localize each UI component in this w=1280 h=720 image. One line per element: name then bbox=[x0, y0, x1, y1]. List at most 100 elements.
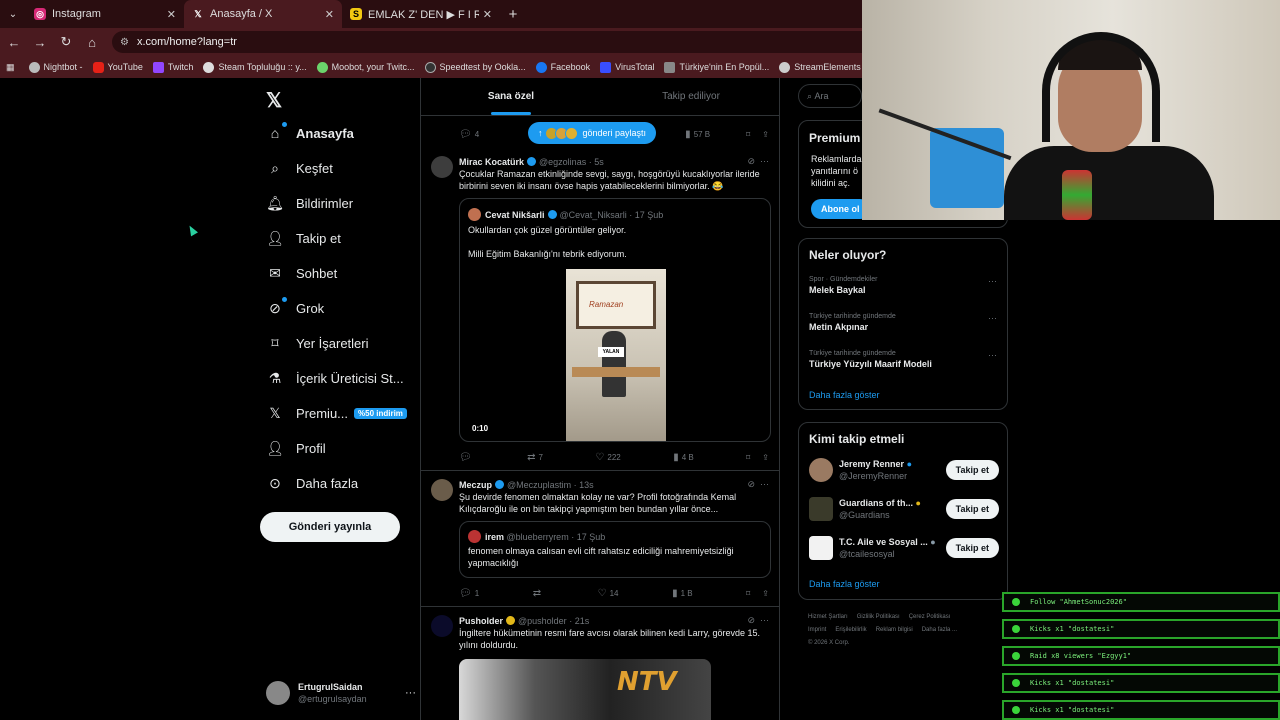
follow-button[interactable]: Takip et bbox=[945, 499, 999, 519]
bookmark-virustotal[interactable]: VirusTotal bbox=[600, 61, 654, 73]
bookmark-icon[interactable]: ⌑ bbox=[746, 130, 750, 139]
nav-chat[interactable]: ✉ Sohbet bbox=[266, 261, 337, 285]
bookmark-streamelements[interactable]: StreamElements bbox=[779, 61, 861, 73]
tweet[interactable]: Pusholder @pusholder · 21s ⊘ ··· İngilte… bbox=[421, 607, 779, 720]
author-handle[interactable]: @pusholder bbox=[518, 616, 567, 626]
show-more-link[interactable]: Daha fazla göster bbox=[809, 390, 880, 400]
bookmark-steam[interactable]: Steam Topluluğu :: y... bbox=[203, 61, 307, 73]
share-icon[interactable]: ⇪ bbox=[762, 130, 769, 139]
search-input[interactable]: ⌕ Ara bbox=[798, 84, 862, 108]
author-handle[interactable]: @egzolinas bbox=[539, 157, 586, 167]
tab-following[interactable]: Takip ediliyor bbox=[601, 78, 779, 115]
author-handle[interactable]: @Meczuplastim bbox=[507, 480, 571, 490]
close-tab-icon[interactable]: ✕ bbox=[325, 8, 334, 21]
more-dots-icon[interactable]: ··· bbox=[988, 350, 997, 360]
close-tab-icon[interactable]: ✕ bbox=[483, 8, 492, 21]
tab-for-you[interactable]: Sana özel bbox=[421, 78, 601, 115]
author-name[interactable]: Pusholder bbox=[459, 616, 503, 626]
tweet-time[interactable]: 5s bbox=[594, 157, 604, 167]
bookmark-twitch[interactable]: Twitch bbox=[152, 61, 193, 73]
bookmark-icon[interactable]: ⌑ bbox=[746, 589, 750, 598]
tweet[interactable]: Mirac Kocatürk @egzolinas · 5s ⊘ ··· Çoc… bbox=[421, 148, 779, 471]
back-icon[interactable]: ← bbox=[2, 30, 26, 54]
video-player[interactable]: Ramazan YALAN bbox=[566, 269, 666, 441]
author-name[interactable]: Meczup bbox=[459, 480, 492, 490]
bookmark-icon[interactable]: ⌑ bbox=[746, 453, 750, 462]
tweet-image[interactable]: NTV bbox=[459, 659, 711, 720]
retweet-button[interactable]: ⇄ 7 bbox=[527, 452, 543, 463]
new-posts-pill[interactable]: ↑ gönderi paylaştı bbox=[528, 122, 657, 144]
follow-suggestion[interactable]: Guardians of th... ● @Guardians Takip et bbox=[809, 495, 999, 523]
trend-item[interactable]: Türkiye tarihinde gündemde Metin Akpınar ·… bbox=[809, 313, 999, 332]
url-input[interactable]: ⚙ x.com/home?lang=tr bbox=[112, 31, 872, 53]
apps-grid-icon[interactable]: ▦ bbox=[6, 62, 15, 73]
nav-creator-studio[interactable]: ⚗ İçerik Üreticisi St... bbox=[266, 366, 404, 390]
bookmark-turkiye[interactable]: Türkiye'nin En Popül... bbox=[664, 61, 769, 73]
footer-link[interactable]: Çerez Politikası bbox=[909, 614, 951, 620]
avatar[interactable] bbox=[431, 479, 453, 501]
nav-notifications[interactable]: 🔔︎ Bildirimler bbox=[266, 191, 353, 215]
nav-profile[interactable]: 👤︎ Profil bbox=[266, 436, 326, 460]
footer-link[interactable]: Hizmet Şartları bbox=[808, 614, 848, 620]
trend-item[interactable]: Spor · Gündemdekiler Melek Baykal ··· bbox=[809, 276, 999, 295]
follow-button[interactable]: Takip et bbox=[945, 538, 999, 558]
avatar[interactable] bbox=[431, 615, 453, 637]
grok-and-more-icon[interactable]: ⊘ ··· bbox=[747, 615, 769, 626]
footer-link[interactable]: Daha fazla ... bbox=[922, 627, 957, 633]
avatar[interactable] bbox=[431, 156, 453, 178]
grok-and-more-icon[interactable]: ⊘ ··· bbox=[747, 479, 769, 490]
account-switcher[interactable]: ErtugrulSaidan @ertugrulsaydan ··· bbox=[266, 678, 416, 708]
nav-more[interactable]: ⊙ Daha fazla bbox=[266, 471, 358, 495]
quoted-tweet[interactable]: Cevat Nikšarli @Cevat_Niksarli · 17 Şub … bbox=[459, 198, 771, 442]
more-dots-icon[interactable]: ··· bbox=[988, 276, 997, 286]
post-button[interactable]: Gönderi yayınla bbox=[260, 512, 400, 542]
nav-follow[interactable]: 👤︎ Takip et bbox=[266, 226, 341, 250]
bookmark-youtube[interactable]: YouTube bbox=[92, 61, 143, 73]
like-button[interactable]: ♡ 222 bbox=[595, 452, 620, 463]
tweet-time[interactable]: 21s bbox=[575, 616, 590, 626]
bookmark-speedtest[interactable]: Speedtest by Ookla... bbox=[424, 61, 526, 73]
nav-explore[interactable]: ⌕ Keşfet bbox=[266, 156, 333, 180]
tab-emlak[interactable]: S EMLAK Z' DEN ▶ F I R S A T... ✕ bbox=[342, 0, 500, 28]
nav-bookmarks[interactable]: ⌑ Yer İşaretleri bbox=[266, 331, 368, 355]
views-button[interactable]: ▮ 1 B bbox=[672, 588, 693, 599]
nav-grok[interactable]: ⊘ Grok bbox=[266, 296, 324, 320]
quoted-tweet[interactable]: irem @blueberryrem · 17 Şub fenomen olma… bbox=[459, 521, 771, 578]
bookmark-nightbot[interactable]: Nightbot - bbox=[28, 61, 83, 73]
home-icon[interactable]: ⌂ bbox=[80, 30, 104, 54]
tab-x-home[interactable]: 𝕏 Anasayfa / X ✕ bbox=[184, 0, 342, 28]
new-tab-button[interactable]: + bbox=[500, 6, 526, 23]
author-name[interactable]: Mirac Kocatürk bbox=[459, 157, 524, 167]
tab-list-chevron-icon[interactable]: ⌄ bbox=[0, 0, 26, 28]
follow-suggestion[interactable]: T.C. Aile ve Sosyal ... ● @tcailesosyal T… bbox=[809, 534, 999, 562]
share-icon[interactable]: ⇪ bbox=[762, 589, 769, 598]
reply-button[interactable]: 💬︎ 1 bbox=[459, 588, 479, 599]
reload-icon[interactable]: ↻ bbox=[54, 30, 78, 54]
footer-link[interactable]: Gizlilik Politikası bbox=[857, 614, 900, 620]
close-tab-icon[interactable]: ✕ bbox=[167, 8, 176, 21]
tweet[interactable]: Meczup @Meczuplastim · 13s ⊘ ··· Şu devi… bbox=[421, 471, 779, 607]
views-button[interactable]: ▮ 57 B bbox=[685, 129, 710, 140]
site-info-icon[interactable]: ⚙ bbox=[120, 37, 129, 48]
follow-suggestion[interactable]: Jeremy Renner ● @JeremyRenner Takip et bbox=[809, 456, 999, 484]
x-logo-icon[interactable]: 𝕏 bbox=[266, 88, 282, 113]
nav-home[interactable]: ⌂ Anasayfa bbox=[266, 121, 354, 145]
footer-link[interactable]: Imprint bbox=[808, 627, 826, 633]
follow-button[interactable]: Takip et bbox=[945, 460, 999, 480]
trend-item[interactable]: Türkiye tarihinde gündemde Türkiye Yüzyıl… bbox=[809, 350, 999, 369]
reply-button[interactable]: 💬︎ bbox=[459, 452, 475, 463]
more-dots-icon[interactable]: ··· bbox=[405, 687, 416, 699]
retweet-button[interactable]: ⇄ bbox=[533, 588, 544, 599]
footer-link[interactable]: Erişilebilirlik bbox=[835, 627, 866, 633]
forward-icon[interactable]: → bbox=[28, 30, 52, 54]
tab-instagram[interactable]: ◎ Instagram ✕ bbox=[26, 0, 184, 28]
share-icon[interactable]: ⇪ bbox=[762, 453, 769, 462]
bookmark-facebook[interactable]: Facebook bbox=[535, 61, 590, 73]
bookmark-moobot[interactable]: Moobot, your Twitc... bbox=[316, 61, 415, 73]
more-dots-icon[interactable]: ··· bbox=[988, 313, 997, 323]
show-more-link[interactable]: Daha fazla göster bbox=[809, 579, 880, 589]
grok-and-more-icon[interactable]: ⊘ ··· bbox=[747, 156, 769, 167]
like-button[interactable]: ♡ 14 bbox=[598, 588, 619, 599]
views-button[interactable]: ▮ 4 B bbox=[673, 452, 694, 463]
nav-premium[interactable]: 𝕏 Premiu... %50 indirim bbox=[266, 401, 407, 425]
